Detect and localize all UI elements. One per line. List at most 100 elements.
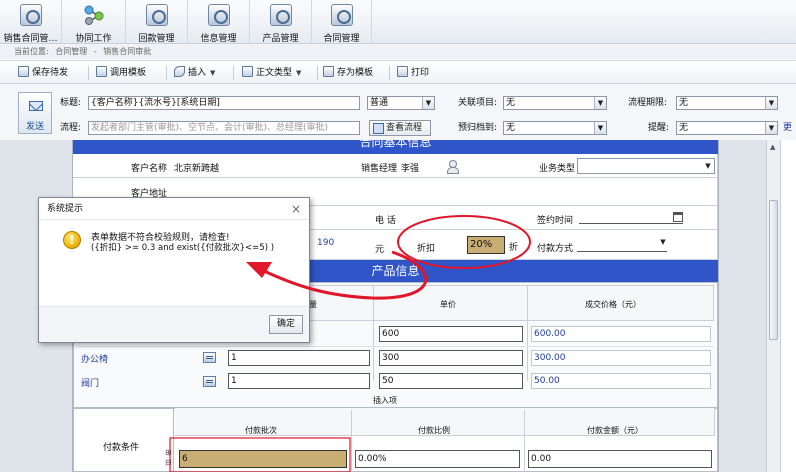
warning-icon — [63, 231, 81, 249]
sign-time-input[interactable] — [579, 210, 683, 224]
payment-method-label: 付款方式 — [537, 244, 574, 254]
vertical-scrollbar[interactable]: ▲ — [766, 140, 780, 472]
save-as-template-button[interactable]: 存为模板 — [323, 65, 373, 81]
module-label: 合同管理 — [323, 34, 360, 44]
business-type-select[interactable]: ▼ — [577, 158, 715, 174]
info-icon — [207, 4, 230, 26]
price-input[interactable]: 50 — [379, 373, 523, 389]
module-sales-contract[interactable]: 销售合同管… — [0, 0, 62, 44]
body-type-dropdown[interactable]: 正文类型 ▼ — [242, 65, 301, 81]
row-remove-icon[interactable]: ⊟ — [165, 458, 172, 467]
dialog-rule-expression: ({折扣} >= 0.3 and exist({付款批次}<=5) ) — [91, 243, 275, 253]
toolbar-divider — [389, 66, 390, 80]
button-label: 保存待发 — [32, 68, 69, 78]
more-link[interactable]: 更 — [783, 121, 792, 135]
total-price-value: 600.00 — [531, 326, 711, 342]
module-collaboration[interactable]: 协同工作 — [62, 0, 126, 44]
product-name[interactable]: 办公椅 — [81, 352, 108, 365]
payment-terms-label: 付款条件 — [103, 443, 140, 453]
button-label: 正文类型 — [256, 68, 293, 78]
price-input[interactable]: 300 — [379, 350, 523, 366]
toolbar-divider — [317, 66, 318, 80]
deadline-label: 流程期限: — [628, 98, 668, 108]
use-template-button[interactable]: 调用模板 — [96, 65, 146, 81]
network-icon — [83, 4, 105, 26]
button-label: 存为模板 — [337, 68, 374, 78]
payment-batch-input[interactable]: 6 — [179, 450, 347, 468]
related-project-select[interactable]: 无 ▼ — [503, 96, 607, 110]
row-add-icon[interactable]: ⊞ — [165, 448, 172, 457]
breadcrumb-item: 销售合同审批 — [103, 47, 152, 56]
toolbar: 保存待发 调用模板 插入 ▼ 正文类型 ▼ 存为模板 打印 — [0, 60, 796, 84]
payment-method-select[interactable]: ▼ — [577, 236, 667, 252]
payment-amount-input[interactable]: 0.00 — [528, 450, 712, 468]
payment-ratio-input[interactable]: 0.00% — [355, 450, 520, 468]
amount-value: 190 — [317, 238, 335, 248]
document-icon — [242, 66, 253, 77]
template-icon — [96, 66, 107, 77]
discount-input[interactable]: 20% — [467, 236, 505, 254]
sales-manager-value[interactable]: 李强 — [401, 161, 419, 174]
print-button[interactable]: 打印 — [397, 65, 429, 81]
remind-select[interactable]: 无 ▼ — [676, 121, 778, 135]
quantity-input[interactable]: 1 — [228, 373, 370, 389]
module-payment[interactable]: 回款管理 — [126, 0, 188, 44]
ok-button[interactable]: 确定 — [269, 315, 303, 334]
sign-time-label: 签约时间 — [537, 216, 574, 226]
scrollbar-thumb[interactable] — [769, 200, 778, 340]
close-icon[interactable]: × — [291, 202, 301, 216]
dialog-title: 系统提示 — [39, 198, 309, 220]
quantity-input[interactable]: 1 — [228, 350, 370, 366]
save-draft-button[interactable]: 保存待发 — [18, 65, 68, 81]
button-label: 查看流程 — [386, 123, 423, 133]
column-header: 成交价格（元） — [585, 300, 641, 309]
business-type-label: 业务类型 — [539, 164, 576, 174]
archive-label: 预归档到: — [458, 123, 498, 133]
chevron-down-icon: ▼ — [296, 69, 302, 77]
customer-name-value[interactable]: 北京新跨越 — [174, 161, 219, 174]
module-product[interactable]: 产品管理 — [250, 0, 312, 44]
module-label: 信息管理 — [200, 34, 237, 44]
button-label: 打印 — [411, 68, 430, 78]
select-value: 普通 — [370, 98, 389, 108]
view-flow-button[interactable]: 查看流程 — [369, 120, 431, 136]
toolbar-divider — [233, 66, 234, 80]
flow-input[interactable]: 发起者部门主管(审批)、空节点、会计(审批)、总经理(审批) — [88, 121, 360, 135]
chevron-up-icon[interactable]: ▲ — [770, 143, 775, 151]
chevron-down-icon: ▼ — [765, 97, 777, 109]
lookup-icon[interactable] — [203, 376, 216, 387]
total-price-value: 50.00 — [531, 373, 711, 389]
calendar-icon[interactable] — [673, 212, 683, 222]
price-input[interactable]: 600 — [379, 326, 523, 342]
chevron-down-icon: ▼ — [210, 69, 216, 77]
pen-icon — [174, 66, 185, 77]
column-divider — [351, 410, 352, 472]
user-picker-icon[interactable] — [447, 160, 459, 174]
module-label: 回款管理 — [138, 34, 175, 44]
insert-row-button[interactable]: 插入项 — [373, 395, 397, 406]
breadcrumb-prefix: 当前位置: — [14, 47, 49, 56]
select-value: 无 — [506, 98, 516, 108]
breadcrumb-item: 合同管理 — [55, 47, 88, 56]
title-input[interactable]: {客户名称}{流水号}[系统日期] — [88, 96, 360, 110]
send-button[interactable]: 发送 — [18, 92, 52, 134]
module-contract-manage[interactable]: 合同管理 — [312, 0, 372, 44]
product-icon — [269, 4, 292, 26]
deadline-select[interactable]: 无 ▼ — [676, 96, 778, 110]
product-name[interactable]: 阀门 — [81, 376, 99, 389]
remind-label: 提醒: — [648, 123, 670, 133]
discount-unit: 折 — [509, 243, 519, 253]
button-label: 调用模板 — [110, 68, 147, 78]
save-template-icon — [323, 66, 334, 77]
chevron-down-icon: ▼ — [705, 162, 711, 170]
module-label: 产品管理 — [262, 34, 299, 44]
save-icon — [18, 66, 29, 77]
priority-select[interactable]: 普通 ▼ — [367, 96, 435, 110]
customer-name-label: 客户名称 — [131, 164, 168, 174]
lookup-icon[interactable] — [203, 352, 216, 363]
module-bar: 销售合同管… 协同工作 回款管理 信息管理 产品管理 合同管理 — [0, 0, 796, 44]
select-value: 无 — [679, 98, 689, 108]
module-info[interactable]: 信息管理 — [188, 0, 250, 44]
archive-select[interactable]: 无 ▼ — [503, 121, 607, 135]
insert-dropdown[interactable]: 插入 ▼ — [174, 65, 215, 81]
